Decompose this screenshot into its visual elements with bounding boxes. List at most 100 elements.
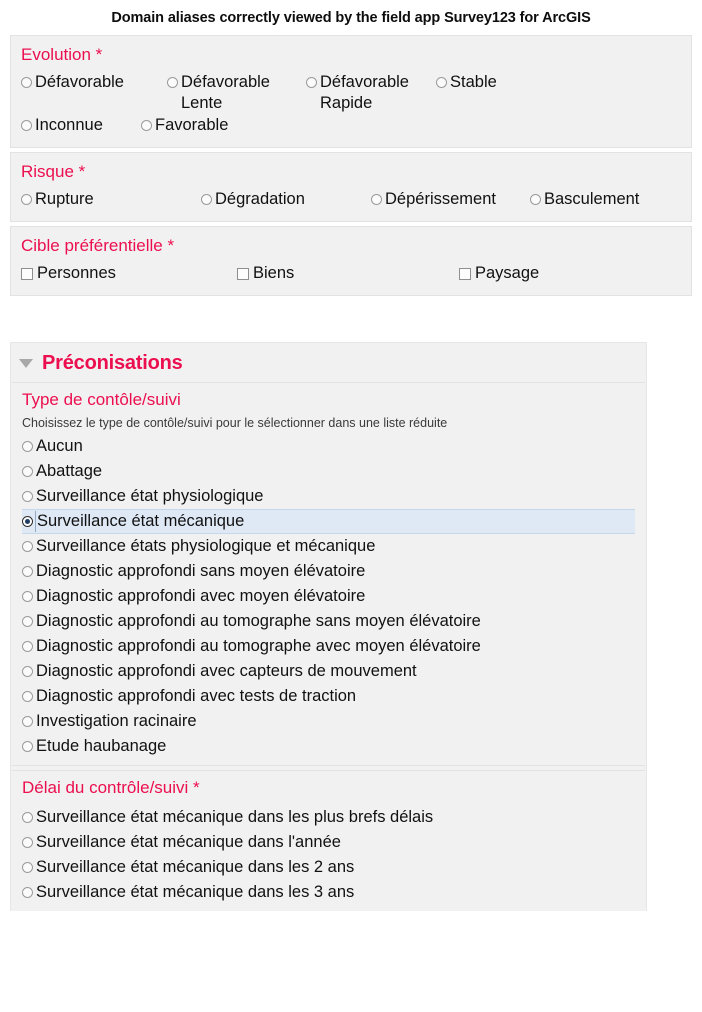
- preconisations-section: Préconisations Type de contôle/suivi Cho…: [0, 342, 702, 911]
- radio-option-diag-capteurs-mouvement[interactable]: Diagnostic approfondi avec capteurs de m…: [22, 659, 635, 684]
- radio-icon[interactable]: [22, 591, 33, 602]
- radio-option-etude-haubanage[interactable]: Etude haubanage: [22, 734, 635, 759]
- radio-option-favorable[interactable]: Favorable: [141, 115, 287, 136]
- radio-option-label: Diagnostic approfondi avec moyen élévato…: [36, 587, 366, 605]
- radio-group-delai-controle[interactable]: Surveillance état mécanique dans les plu…: [22, 805, 635, 905]
- checkbox-option-label: Personnes: [37, 264, 116, 282]
- group-title-label: Préconisations: [42, 352, 183, 374]
- radio-group-type-controle[interactable]: Aucun Abattage Surveillance état physiol…: [22, 434, 635, 759]
- radio-icon[interactable]: [22, 691, 33, 702]
- top-form-section: Evolution * Défavorable Défavorable Lent…: [0, 35, 702, 296]
- radio-option-label: Etude haubanage: [36, 737, 167, 755]
- radio-option-delai-3-ans[interactable]: Surveillance état mécanique dans les 3 a…: [22, 880, 635, 905]
- question-card-cible-preferentielle: Cible préférentielle * Personnes Biens P…: [10, 226, 692, 296]
- radio-option-diag-sans-moyen-elevatoire[interactable]: Diagnostic approfondi sans moyen élévato…: [22, 559, 635, 584]
- radio-icon[interactable]: [306, 77, 317, 88]
- checkbox-option-label: Paysage: [475, 264, 540, 282]
- question-card-type-controle: Type de contôle/suivi Choisissez le type…: [12, 382, 645, 766]
- radio-icon[interactable]: [22, 716, 33, 727]
- checkbox-icon[interactable]: [21, 268, 33, 280]
- radio-icon[interactable]: [22, 741, 33, 752]
- radio-icon[interactable]: [21, 77, 32, 88]
- radio-icon[interactable]: [22, 887, 33, 898]
- radio-option-label: Diagnostic approfondi avec tests de trac…: [36, 687, 357, 705]
- radio-icon[interactable]: [22, 566, 33, 577]
- radio-option-inconnue[interactable]: Inconnue: [21, 115, 141, 136]
- radio-icon[interactable]: [371, 194, 382, 205]
- radio-option-defavorable-rapide[interactable]: Défavorable Rapide: [306, 72, 436, 114]
- checkbox-option-label: Biens: [253, 264, 295, 282]
- page-title: Domain aliases correctly viewed by the f…: [111, 10, 591, 26]
- radio-option-label: Défavorable Lente: [181, 73, 270, 112]
- radio-icon[interactable]: [22, 491, 33, 502]
- radio-option-label: Défavorable Rapide: [320, 73, 409, 112]
- radio-option-label: Aucun: [36, 437, 83, 455]
- radio-option-surveillance-physiologique[interactable]: Surveillance état physiologique: [22, 484, 635, 509]
- radio-option-label: Surveillance état mécanique dans les 3 a…: [36, 883, 355, 901]
- radio-option-label: Surveillance état mécanique: [35, 511, 245, 532]
- radio-option-delai-plus-brefs-delais[interactable]: Surveillance état mécanique dans les plu…: [22, 805, 635, 830]
- checkbox-icon[interactable]: [459, 268, 471, 280]
- radio-group-risque[interactable]: Rupture Dégradation Dépérissement Bascul…: [21, 189, 681, 211]
- radio-icon[interactable]: [22, 616, 33, 627]
- checkbox-option-biens[interactable]: Biens: [237, 263, 459, 284]
- radio-option-delai-2-ans[interactable]: Surveillance état mécanique dans les 2 a…: [22, 855, 635, 880]
- question-card-evolution: Evolution * Défavorable Défavorable Lent…: [10, 35, 692, 148]
- question-label-risque: Risque *: [21, 162, 86, 181]
- group-header-preconisations[interactable]: Préconisations: [11, 343, 646, 382]
- triangle-down-icon[interactable]: [19, 359, 33, 368]
- radio-option-diag-tomographe-avec-moyen[interactable]: Diagnostic approfondi au tomographe avec…: [22, 634, 635, 659]
- radio-option-surveillance-physio-et-mecanique[interactable]: Surveillance états physiologique et méca…: [22, 534, 635, 559]
- radio-option-investigation-racinaire[interactable]: Investigation racinaire: [22, 709, 635, 734]
- radio-icon[interactable]: [22, 837, 33, 848]
- radio-icon[interactable]: [530, 194, 541, 205]
- radio-icon[interactable]: [22, 812, 33, 823]
- radio-option-label: Diagnostic approfondi au tomographe sans…: [36, 612, 481, 630]
- radio-option-label: Basculement: [544, 190, 640, 208]
- radio-option-label: Surveillance état physiologique: [36, 487, 264, 505]
- radio-option-aucun[interactable]: Aucun: [22, 434, 635, 459]
- radio-option-defavorable[interactable]: Défavorable: [21, 72, 167, 93]
- radio-option-label: Défavorable: [35, 73, 124, 91]
- radio-icon-checked[interactable]: [22, 516, 33, 527]
- radio-option-defavorable-lente[interactable]: Défavorable Lente: [167, 72, 306, 114]
- radio-icon[interactable]: [436, 77, 447, 88]
- radio-option-label: Surveillance états physiologique et méca…: [36, 537, 376, 555]
- radio-option-label: Diagnostic approfondi avec capteurs de m…: [36, 662, 417, 680]
- checkbox-icon[interactable]: [237, 268, 249, 280]
- question-label-type-controle: Type de contôle/suivi: [22, 390, 181, 409]
- radio-icon[interactable]: [141, 120, 152, 131]
- radio-icon[interactable]: [22, 641, 33, 652]
- radio-option-delai-annee[interactable]: Surveillance état mécanique dans l'année: [22, 830, 635, 855]
- checkbox-group-cible[interactable]: Personnes Biens Paysage: [21, 263, 681, 285]
- question-label-cible-preferentielle: Cible préférentielle *: [21, 236, 175, 255]
- radio-icon[interactable]: [21, 194, 32, 205]
- radio-option-abattage[interactable]: Abattage: [22, 459, 635, 484]
- radio-icon[interactable]: [22, 862, 33, 873]
- radio-option-diag-tests-traction[interactable]: Diagnostic approfondi avec tests de trac…: [22, 684, 635, 709]
- question-card-risque: Risque * Rupture Dégradation Dépérisseme…: [10, 152, 692, 222]
- checkbox-option-paysage[interactable]: Paysage: [459, 263, 639, 284]
- radio-icon[interactable]: [22, 466, 33, 477]
- radio-option-diag-tomographe-sans-moyen[interactable]: Diagnostic approfondi au tomographe sans…: [22, 609, 635, 634]
- radio-option-surveillance-mecanique[interactable]: Surveillance état mécanique: [22, 509, 635, 534]
- radio-option-label: Dégradation: [215, 190, 305, 208]
- radio-option-degradation[interactable]: Dégradation: [201, 189, 371, 210]
- checkbox-option-personnes[interactable]: Personnes: [21, 263, 237, 284]
- radio-option-deperissement[interactable]: Dépérissement: [371, 189, 530, 210]
- radio-option-rupture[interactable]: Rupture: [21, 189, 201, 210]
- question-hint-type-controle: Choisissez le type de contôle/suivi pour…: [22, 416, 448, 430]
- radio-option-label: Favorable: [155, 116, 229, 134]
- radio-icon[interactable]: [22, 541, 33, 552]
- radio-option-label: Inconnue: [35, 116, 103, 134]
- radio-option-basculement[interactable]: Basculement: [530, 189, 680, 210]
- radio-icon[interactable]: [201, 194, 212, 205]
- radio-option-diag-avec-moyen-elevatoire[interactable]: Diagnostic approfondi avec moyen élévato…: [22, 584, 635, 609]
- radio-option-stable[interactable]: Stable: [436, 72, 569, 93]
- radio-group-evolution[interactable]: Défavorable Défavorable Lente Défavorabl…: [21, 72, 681, 137]
- radio-icon[interactable]: [22, 441, 33, 452]
- question-label-evolution: Evolution *: [21, 45, 103, 64]
- radio-icon[interactable]: [167, 77, 178, 88]
- radio-icon[interactable]: [21, 120, 32, 131]
- radio-icon[interactable]: [22, 666, 33, 677]
